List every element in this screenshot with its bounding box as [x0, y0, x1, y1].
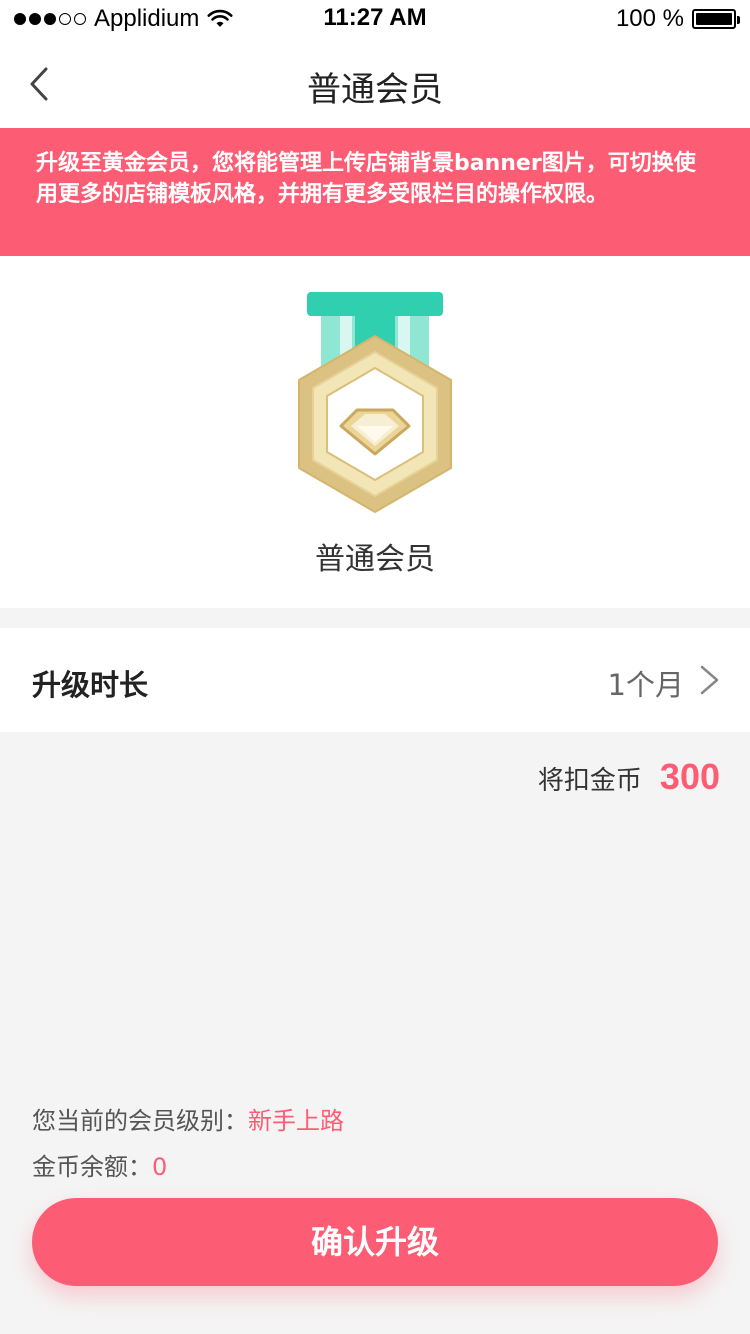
coin-deduction: 将扣金币 300 [538, 756, 720, 798]
medal-label: 普通会员 [315, 542, 435, 577]
nav-bar: 普通会员 [0, 40, 750, 128]
balance-value: 0 [152, 1153, 168, 1181]
duration-label: 升级时长 [32, 668, 149, 702]
battery-percent: 100 % [615, 5, 684, 32]
membership-medal-section: 普通会员 [0, 256, 750, 608]
deduct-label: 将扣金币 [537, 766, 642, 796]
confirm-upgrade-button[interactable]: 确认升级 [32, 1198, 718, 1286]
member-level-line: 您当前的会员级别：新手上路 [32, 1104, 344, 1150]
notice-text: 升级至黄金会员，您将能管理上传店铺背景banner图片，可切换使用更多的店铺模板… [36, 151, 696, 207]
level-label: 您当前的会员级别： [32, 1107, 248, 1135]
status-bar: Applidium 11:27 AM 100 % [0, 0, 750, 40]
deduct-amount: 300 [659, 756, 720, 797]
upgrade-notice-banner: 升级至黄金会员，您将能管理上传店铺背景banner图片，可切换使用更多的店铺模板… [0, 128, 750, 256]
duration-value: 1个月 [607, 668, 684, 702]
page-title: 普通会员 [307, 70, 443, 110]
balance-label: 金币余额： [32, 1153, 152, 1181]
chevron-right-icon [700, 665, 719, 695]
coin-balance-line: 金币余额：0 [32, 1150, 344, 1196]
battery-icon [692, 9, 740, 29]
level-value: 新手上路 [248, 1107, 344, 1135]
status-right: 100 % [615, 5, 740, 33]
diamond-medal-icon [298, 292, 452, 513]
upgrade-duration-row[interactable]: 升级时长 1个月 [0, 628, 750, 732]
member-info: 您当前的会员级别：新手上路 金币余额：0 [32, 1104, 344, 1196]
